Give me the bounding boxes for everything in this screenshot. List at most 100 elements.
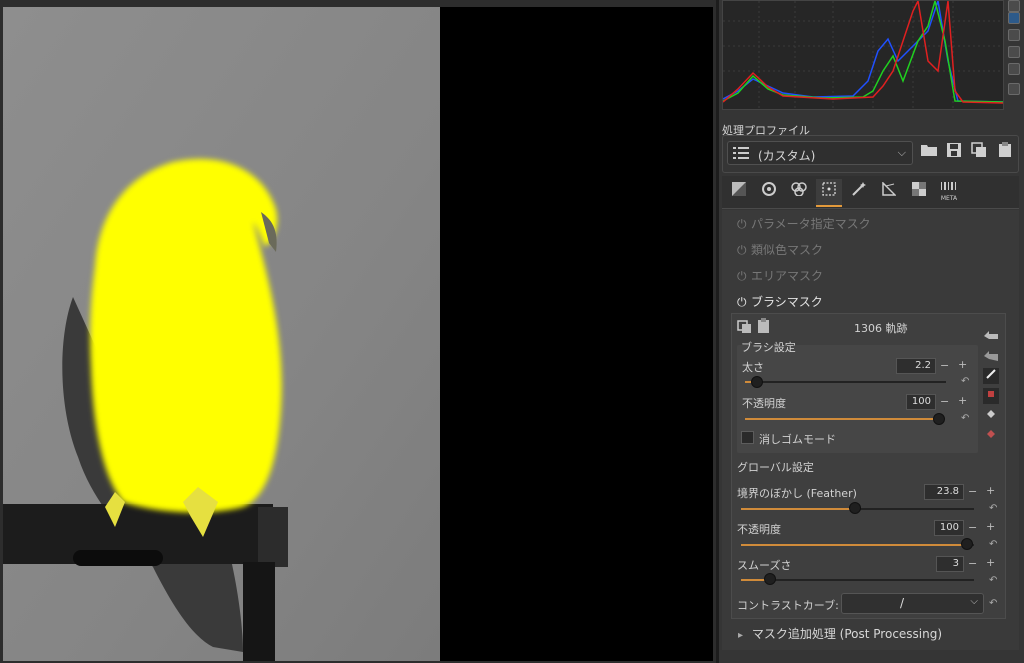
global-opacity-increment[interactable]: +	[986, 520, 995, 533]
power-icon[interactable]: ⏻	[737, 243, 751, 258]
redo-stroke-icon[interactable]	[983, 349, 999, 365]
histogram-channels-icon[interactable]	[1008, 12, 1020, 24]
histogram-luminance-icon[interactable]	[1008, 29, 1020, 41]
smoothness-slider-knob[interactable]	[764, 573, 776, 585]
magic-wand-icon	[852, 182, 866, 196]
color-tab[interactable]	[786, 179, 812, 205]
curve-linear-icon: /	[900, 596, 905, 610]
undo-stroke-icon[interactable]	[983, 329, 999, 345]
eraser-tool-icon[interactable]	[983, 388, 999, 404]
histogram-raw-icon[interactable]	[1008, 46, 1020, 58]
fill-tool-icon[interactable]	[983, 408, 999, 424]
transform-icon	[882, 181, 897, 196]
local-adjustments-icon	[822, 182, 836, 196]
image-viewer[interactable]	[0, 0, 716, 663]
raw-icon	[912, 182, 926, 196]
smoothness-slider-fill	[741, 579, 765, 581]
area-mask-label: エリアマスク	[751, 269, 824, 283]
global-opacity-slider-knob[interactable]	[961, 538, 973, 550]
eraser-mode-checkbox[interactable]	[741, 431, 754, 444]
contrast-curve-reset-icon[interactable]: ↶	[989, 598, 997, 609]
transform-tab[interactable]	[876, 179, 902, 205]
copy-profile-icon[interactable]	[968, 142, 990, 164]
brush-opacity-decrement[interactable]: −	[940, 395, 949, 408]
global-opacity-reset-icon[interactable]: ↶	[989, 539, 997, 550]
save-profile-icon[interactable]	[943, 142, 965, 164]
exposure-icon	[732, 182, 746, 196]
global-settings-title: グローバル設定	[737, 461, 814, 474]
brush-draw-icon[interactable]	[983, 368, 999, 384]
local-tab[interactable]	[816, 179, 842, 207]
tool-tabs: META	[722, 176, 1019, 209]
brush-opacity-slider-fill	[745, 418, 935, 420]
parametric-mask-label: パラメータ指定マスク	[751, 217, 871, 231]
barcode-icon	[941, 182, 956, 190]
image-canvas[interactable]	[3, 7, 440, 661]
smoothness-input[interactable]: 3	[936, 556, 964, 572]
histogram-bar-icon[interactable]	[1008, 63, 1020, 75]
brush-size-decrement[interactable]: −	[940, 359, 949, 372]
histogram	[722, 0, 1004, 110]
smoothness-increment[interactable]: +	[986, 556, 995, 569]
paste-profile-icon[interactable]	[994, 142, 1016, 164]
color-range-mask-label: 類似色マスク	[751, 243, 824, 257]
global-opacity-slider-fill	[741, 544, 969, 546]
feather-input[interactable]: 23.8	[924, 484, 964, 500]
brush-size-slider-knob[interactable]	[751, 376, 763, 388]
area-mask-item[interactable]: ⏻ エリアマスク	[737, 267, 823, 284]
parrot-photo	[3, 7, 440, 661]
eraser-mode-label: 消しゴムモード	[759, 433, 836, 446]
smoothness-decrement[interactable]: −	[968, 557, 977, 570]
post-processing-expander[interactable]: ▸ マスク追加処理 (Post Processing)	[738, 625, 942, 642]
meta-tab-label: META	[940, 195, 958, 202]
brush-size-input[interactable]: 2.2	[896, 358, 936, 374]
color-icon	[791, 182, 807, 197]
brush-opacity-increment[interactable]: +	[958, 394, 967, 407]
paste-strokes-icon[interactable]	[757, 318, 773, 334]
histogram-red-toggle-icon[interactable]	[1008, 0, 1020, 12]
feather-increment[interactable]: +	[986, 484, 995, 497]
power-icon[interactable]: ⏻	[737, 269, 751, 284]
global-opacity-label: 不透明度	[737, 523, 781, 536]
advanced-tab[interactable]	[846, 179, 872, 205]
global-opacity-input[interactable]: 100	[934, 520, 964, 536]
feather-slider-knob[interactable]	[849, 502, 861, 514]
brush-size-slider-track[interactable]	[745, 381, 946, 383]
list-icon	[733, 147, 749, 159]
brush-size-reset-icon[interactable]: ↶	[961, 376, 969, 387]
chevron-down-icon: ⌵	[897, 146, 906, 159]
contrast-curve-label: コントラストカーブ:	[737, 599, 839, 612]
smoothness-reset-icon[interactable]: ↶	[989, 575, 997, 586]
raw-tab[interactable]	[906, 179, 932, 205]
expander-arrow-icon: ▸	[738, 630, 744, 641]
meta-tab[interactable]: META	[936, 179, 962, 205]
copy-strokes-icon[interactable]	[737, 319, 753, 333]
brush-size-increment[interactable]: +	[958, 358, 967, 371]
histogram-mode-icon[interactable]	[1008, 83, 1020, 95]
brush-opacity-reset-icon[interactable]: ↶	[961, 413, 969, 424]
brush-settings-title: ブラシ設定	[741, 341, 796, 354]
folder-open-icon[interactable]	[918, 142, 940, 164]
brush-mask-item[interactable]: ⏻ ブラシマスク	[737, 293, 823, 310]
empty-canvas-area	[440, 7, 713, 661]
contrast-curve-combo[interactable]: / ⌵	[841, 593, 984, 614]
detail-tab[interactable]	[756, 179, 782, 205]
post-processing-label: マスク追加処理 (Post Processing)	[751, 627, 943, 641]
exposure-tab[interactable]	[726, 179, 752, 205]
chevron-down-icon: ⌵	[970, 596, 978, 607]
global-opacity-decrement[interactable]: −	[968, 521, 977, 534]
profile-selected-label: (カスタム)	[758, 149, 816, 163]
parametric-mask-item[interactable]: ⏻ パラメータ指定マスク	[737, 215, 871, 232]
color-range-mask-item[interactable]: ⏻ 類似色マスク	[737, 241, 823, 258]
brush-opacity-slider-knob[interactable]	[933, 413, 945, 425]
brush-mask-label: ブラシマスク	[751, 295, 823, 309]
feather-decrement[interactable]: −	[968, 485, 977, 498]
brush-opacity-input[interactable]: 100	[906, 394, 936, 410]
power-icon[interactable]: ⏻	[737, 295, 751, 310]
smoothness-label: スムーズさ	[737, 559, 792, 572]
power-icon[interactable]: ⏻	[737, 217, 751, 232]
feather-reset-icon[interactable]: ↶	[989, 503, 997, 514]
profile-combo[interactable]: (カスタム) ⌵	[727, 141, 913, 165]
clear-fill-icon[interactable]	[983, 428, 999, 444]
stroke-count: 1306 軌跡	[854, 322, 908, 335]
